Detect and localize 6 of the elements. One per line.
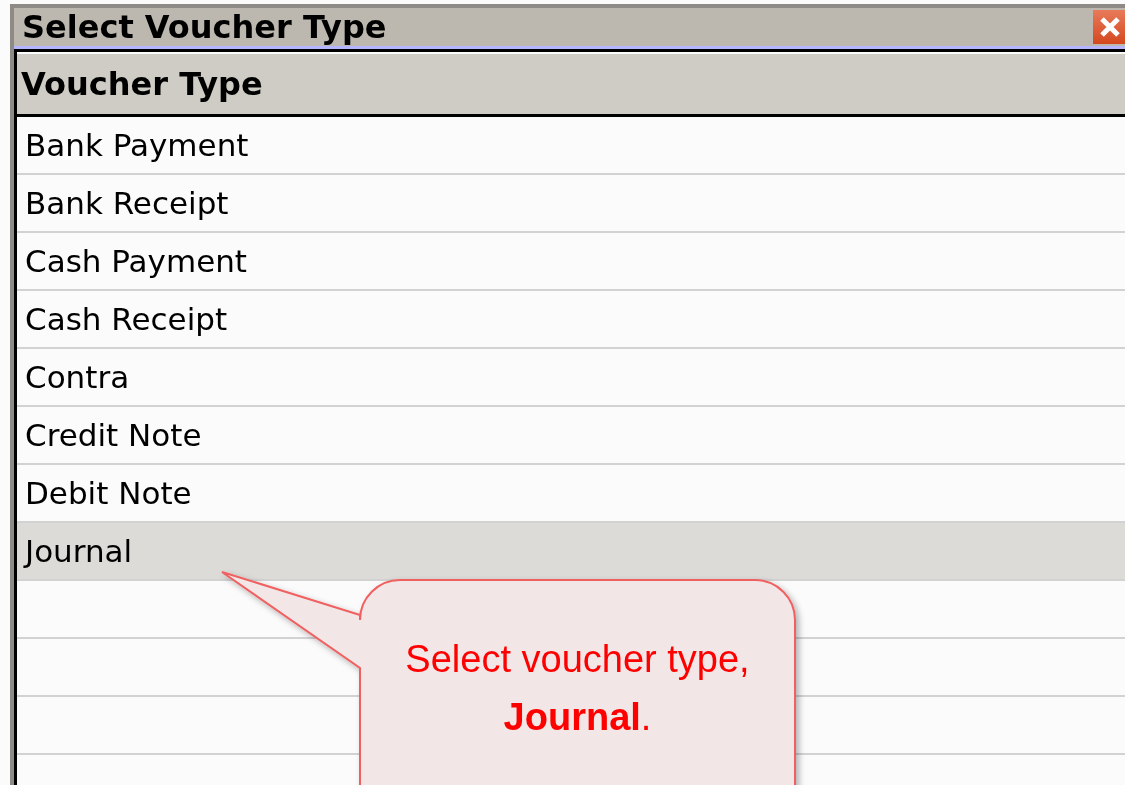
dialog-title: Select Voucher Type	[21, 8, 387, 46]
callout-text: Select voucher type, Journal.	[404, 637, 751, 740]
close-button[interactable]	[1093, 10, 1125, 44]
list-row[interactable]: Journal	[17, 523, 1125, 581]
close-icon	[1098, 15, 1122, 39]
column-header: Voucher Type	[17, 54, 1125, 117]
